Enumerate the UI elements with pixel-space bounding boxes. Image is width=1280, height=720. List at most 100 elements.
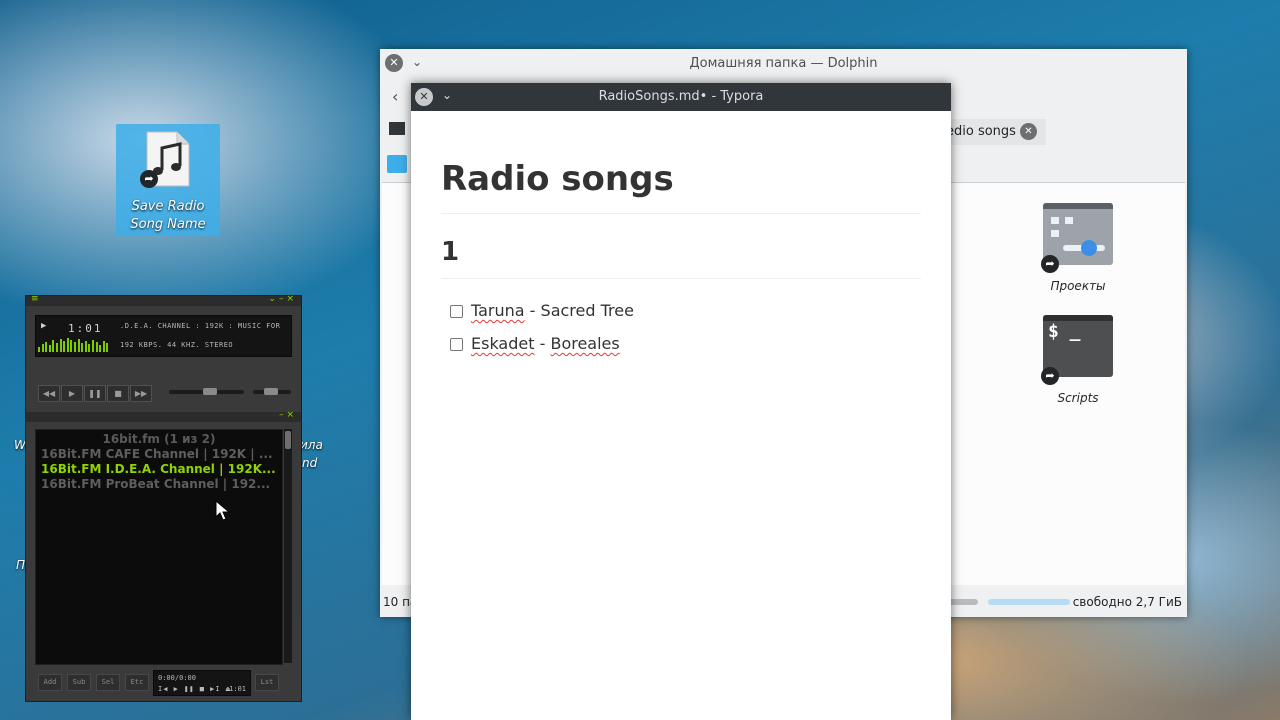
tab-label: edio songs <box>946 124 1016 139</box>
mini-time: 0:00/0:00 <box>158 674 196 682</box>
etc-button[interactable]: Etc <box>125 674 149 691</box>
spectrum-visualizer[interactable] <box>38 338 114 352</box>
dolphin-titlebar[interactable]: ✕ ⌄ Домашняя папка — Dolphin <box>380 49 1187 79</box>
next-icon[interactable]: ▶▶ <box>130 385 152 402</box>
volume-slider[interactable] <box>253 388 291 395</box>
window-controls[interactable]: ⌄–× <box>268 294 297 304</box>
song-name: Sacred Tree <box>540 301 634 320</box>
heading-2[interactable]: 1 <box>441 234 921 279</box>
close-tab-icon[interactable]: ✕ <box>1020 123 1037 140</box>
stop-icon[interactable]: ■ <box>107 385 129 402</box>
link-arrow-icon: ➦ <box>1041 367 1059 385</box>
artist-name: Eskadet <box>471 334 535 353</box>
seek-knob[interactable] <box>202 388 217 395</box>
folder-projects[interactable]: ➦ Проекты <box>1041 203 1114 293</box>
back-arrow-icon[interactable]: ‹ <box>392 87 398 106</box>
spectrum-bar <box>70 340 73 352</box>
menu-icon[interactable]: ≡ <box>31 294 39 304</box>
spectrum-bar <box>77 339 80 352</box>
free-space: свободно 2,7 ГиБ <box>1072 595 1182 609</box>
background-text-fragment: nd <box>302 456 318 470</box>
folder-label: Scripts <box>1057 391 1099 405</box>
spectrum-bar <box>106 343 109 352</box>
sel-button[interactable]: Sel <box>96 674 120 691</box>
spectrum-bar <box>59 339 62 352</box>
playlist-titlebar[interactable]: –× <box>26 410 301 422</box>
mini-elapsed: 1:01 <box>229 685 246 693</box>
task-item[interactable]: Taruna - Sacred Tree <box>441 295 921 328</box>
task-checkbox[interactable] <box>450 338 463 351</box>
spectrum-bar <box>38 347 40 352</box>
mini-display: 0:00/0:00 I◀ ▶ ❚❚ ■ ▶I ⏏ 1:01 <box>153 670 251 696</box>
window-title: Домашняя папка — Dolphin <box>689 56 878 71</box>
spectrum-bar <box>88 344 91 352</box>
seek-bar[interactable] <box>169 388 244 395</box>
previous-icon[interactable]: ◀◀ <box>38 385 60 402</box>
folder-scripts[interactable]: $ _ ➦ Scripts <box>1041 315 1114 405</box>
spectrum-bar <box>95 342 98 352</box>
tab-radio-songs[interactable]: edio songs ✕ <box>940 119 1046 145</box>
background-text-fragment: П <box>16 558 26 572</box>
zoom-slider[interactable] <box>948 599 978 605</box>
terminal-glyph: $ _ <box>1048 321 1081 342</box>
spectrum-bar <box>41 344 44 352</box>
disk-usage-bar <box>988 599 1070 605</box>
task-item[interactable]: Eskadet - Boreales <box>441 328 921 361</box>
spectrum-bar <box>56 343 58 352</box>
window-title: RadioSongs.md• - Typora <box>598 89 764 104</box>
folder-scripts-icon: $ _ ➦ <box>1041 315 1113 385</box>
folder-icon[interactable] <box>389 122 405 135</box>
spectrum-bar <box>45 342 48 352</box>
desktop-icon-label: Save Radio Song Name <box>130 199 206 232</box>
scrollbar-thumb[interactable] <box>285 431 291 449</box>
desktop-icon-save-radio-song[interactable]: ➦ Save Radio Song Name <box>116 124 220 236</box>
player-display: ▶ 1:01 .D.E.A. CHANNEL : 192K : MUSIC FO… <box>35 315 292 357</box>
lst-button[interactable]: Lst <box>255 674 279 691</box>
playlist[interactable]: 16bit.fm (1 из 2) 16Bit.FM CAFE Channel … <box>35 429 283 665</box>
link-arrow-icon: ➦ <box>1041 255 1059 273</box>
spectrum-bar <box>52 340 55 352</box>
typora-window: ✕ ⌄ RadioSongs.md• - Typora Radio songs … <box>411 83 951 720</box>
separator: - <box>524 301 541 320</box>
stream-info: 192 KBPS. 44 KHZ. STEREO <box>120 341 234 349</box>
spectrum-bar <box>102 341 105 352</box>
playlist-header: 16bit.fm (1 из 2) <box>102 432 216 446</box>
spectrum-bar <box>74 342 76 352</box>
home-folder-icon[interactable] <box>387 155 407 173</box>
background-text-fragment: ила <box>300 438 323 452</box>
volume-knob[interactable] <box>263 388 278 395</box>
spectrum-bar <box>99 345 102 352</box>
pause-icon[interactable]: ❚❚ <box>84 385 106 402</box>
mini-controls[interactable]: I◀ ▶ ❚❚ ■ ▶I ⏏ <box>158 685 231 693</box>
separator: - <box>534 334 551 353</box>
folder-label: Проекты <box>1050 279 1106 293</box>
mouse-cursor-icon <box>215 500 231 521</box>
spectrum-bar <box>63 341 66 352</box>
player-titlebar[interactable]: ≡ ⌄–× <box>26 294 301 306</box>
playlist-window-controls[interactable]: –× <box>279 410 297 420</box>
playlist-scrollbar[interactable] <box>284 429 292 663</box>
play-icon[interactable]: ▶ <box>61 385 83 402</box>
artist-name: Taruna <box>471 301 525 320</box>
song-name: Boreales <box>550 334 620 353</box>
playlist-item[interactable]: 16Bit.FM CAFE Channel | 192K | ... <box>36 447 282 462</box>
add-button[interactable]: Add <box>38 674 62 691</box>
spectrum-bar <box>66 338 69 352</box>
sub-button[interactable]: Sub <box>67 674 91 691</box>
spectrum-bar <box>84 341 87 352</box>
playlist-item[interactable]: 16Bit.FM ProBeat Channel | 192... <box>36 477 282 492</box>
link-arrow-icon: ➦ <box>140 170 158 188</box>
markdown-document[interactable]: Radio songs 1 Taruna - Sacred Tree Eskad… <box>441 111 921 361</box>
folder-projects-icon: ➦ <box>1041 203 1113 273</box>
play-indicator-icon: ▶ <box>41 321 47 331</box>
spectrum-bar <box>48 345 51 352</box>
spectrum-bar <box>81 343 84 352</box>
music-player-window: ≡ ⌄–× ▶ 1:01 .D.E.A. CHANNEL : 192K : MU… <box>25 294 302 702</box>
heading-1[interactable]: Radio songs <box>441 159 921 214</box>
spectrum-bar <box>92 340 94 352</box>
task-checkbox[interactable] <box>450 305 463 318</box>
elapsed-time[interactable]: 1:01 <box>68 322 103 335</box>
typora-titlebar[interactable]: ✕ ⌄ RadioSongs.md• - Typora <box>411 83 951 111</box>
playlist-item-selected[interactable]: 16Bit.FM I.D.E.A. Channel | 192K... <box>36 462 282 477</box>
track-title-scroller: .D.E.A. CHANNEL : 192K : MUSIC FOR <box>120 322 281 330</box>
